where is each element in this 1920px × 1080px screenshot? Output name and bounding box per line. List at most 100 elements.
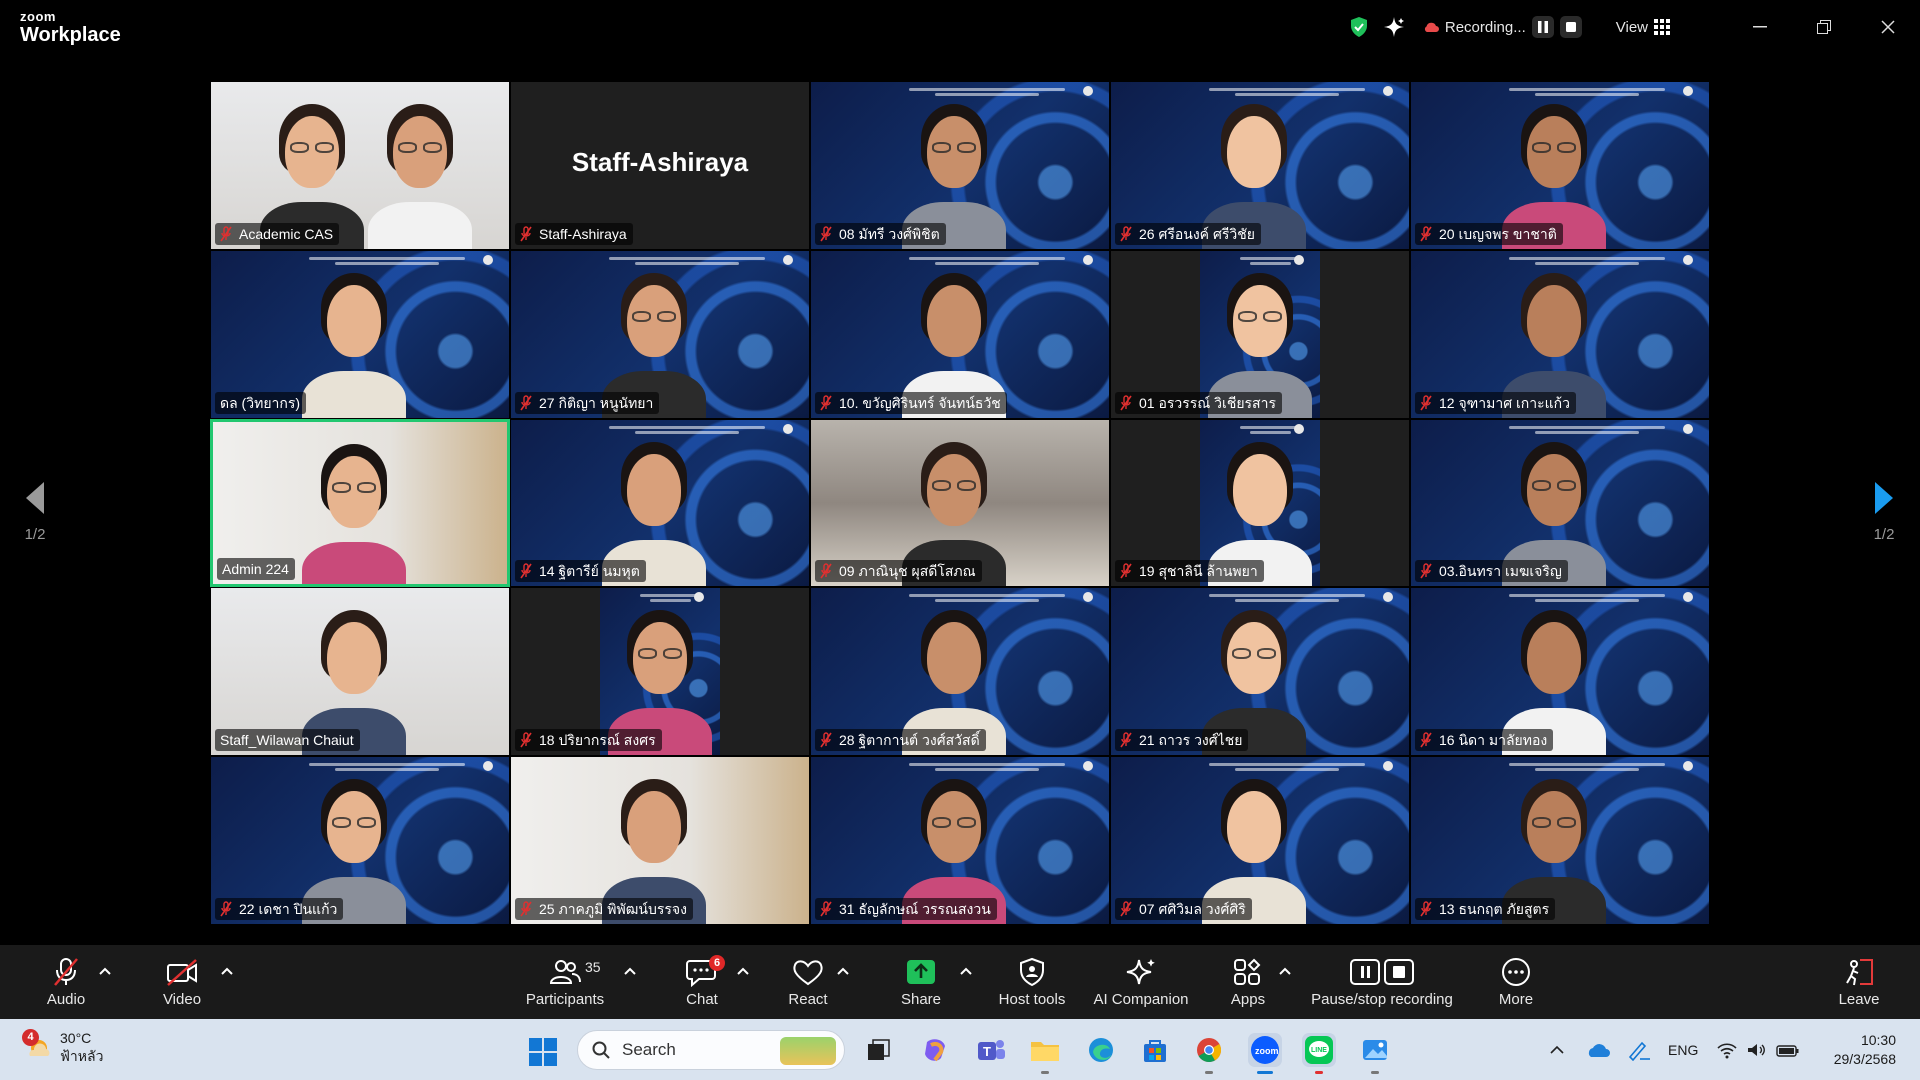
apps-options-caret-icon[interactable]: [1279, 967, 1291, 975]
more-button[interactable]: More: [1496, 945, 1536, 1019]
participant-tile[interactable]: 22 เดชา ปินแก้ว: [210, 756, 510, 925]
file-explorer-icon[interactable]: [1028, 1033, 1062, 1074]
ai-sparkle-icon[interactable]: [1383, 16, 1405, 38]
participant-tile[interactable]: 25 ภาคภูมิ พิพัฒน์บรรจง: [510, 756, 810, 925]
video-gallery: Academic CAS Staff-Ashiraya Staff-Ashiraya…: [210, 81, 1710, 925]
participant-tile[interactable]: 20 เบญจพร ขาชาติ: [1410, 81, 1710, 250]
previous-page-button[interactable]: 1/2: [15, 480, 55, 543]
battery-icon[interactable]: [1776, 1041, 1800, 1059]
participant-name: 20 เบญจพร ขาชาติ: [1439, 225, 1557, 242]
participant-name: 08 มัทรี วงศ์พิชิต: [839, 225, 940, 242]
edge-browser-icon[interactable]: [1084, 1033, 1118, 1067]
participant-tile[interactable]: 26 ศรีอนงค์ ศรีวิชัย: [1110, 81, 1410, 250]
participant-tile[interactable]: Staff_Wilawan Chaiut: [210, 587, 510, 757]
participant-tile[interactable]: Staff-Ashiraya Staff-Ashiraya: [510, 81, 810, 250]
teams-icon[interactable]: T: [974, 1033, 1008, 1067]
security-shield-icon[interactable]: [1349, 16, 1369, 38]
participant-tile[interactable]: 07 ศศิวิมล วงศ์ศิริ: [1110, 756, 1410, 925]
participant-name-label: Staff-Ashiraya: [515, 222, 633, 245]
participant-tile[interactable]: 01 อรวรรณ์ วิเชียรสาร: [1110, 249, 1410, 419]
participants-button[interactable]: Participants: [520, 945, 610, 1019]
participant-tile[interactable]: 31 ธัญลักษณ์ วรรณสงวน: [810, 756, 1110, 925]
restore-button[interactable]: [1792, 0, 1856, 54]
close-icon: [1881, 20, 1895, 34]
pause-recording-label: Pause/stop recording: [1311, 991, 1453, 1008]
host-tools-button[interactable]: Host tools: [996, 945, 1068, 1019]
view-button[interactable]: View: [1616, 19, 1648, 36]
participant-tile[interactable]: 19 สุชาลินี ล้านพยา: [1110, 418, 1410, 588]
ai-companion-button[interactable]: AI Companion: [1090, 945, 1192, 1019]
windows-start-icon[interactable]: [528, 1037, 558, 1067]
stop-recording-button[interactable]: [1559, 16, 1582, 38]
microsoft-store-icon[interactable]: [1138, 1033, 1172, 1067]
weather-description: ฟ้าหลัว: [60, 1048, 104, 1064]
banner-logo-icon: [1683, 254, 1693, 265]
react-options-caret-icon[interactable]: [837, 967, 849, 975]
system-clock[interactable]: 10:30 29/3/2568: [1834, 1031, 1896, 1069]
pause-stop-recording-button[interactable]: Pause/stop recording: [1306, 945, 1458, 1019]
pen-input-icon[interactable]: [1626, 1039, 1652, 1061]
chrome-icon[interactable]: [1192, 1033, 1226, 1074]
language-indicator[interactable]: ENG: [1668, 1042, 1698, 1058]
onedrive-icon[interactable]: [1586, 1042, 1610, 1058]
copilot-icon[interactable]: [918, 1033, 952, 1067]
participants-label: Participants: [525, 991, 605, 1008]
video-button[interactable]: Video: [158, 945, 206, 1019]
participant-tile[interactable]: 27 กิติญา หนูนัทยา: [510, 249, 810, 419]
audio-button[interactable]: Audio: [42, 945, 90, 1019]
participant-tile[interactable]: 21 ถาวร วงศ์ไชย: [1110, 587, 1410, 757]
muted-microphone-icon: [220, 901, 232, 917]
participant-tile[interactable]: 10. ขวัญศิรินทร์ จันทน์ธวัช: [810, 249, 1110, 419]
participant-tile[interactable]: 18 ปริยากรณ์ สงศร: [510, 587, 810, 757]
participant-tile[interactable]: 14 ฐิตารีย์ นมหุต: [510, 418, 810, 588]
zoom-app-icon[interactable]: zoom: [1248, 1033, 1282, 1074]
gallery-grid-icon[interactable]: [1654, 19, 1670, 35]
pause-recording-button[interactable]: [1531, 16, 1554, 38]
video-options-caret-icon[interactable]: [221, 967, 233, 975]
virtual-background-banner: [1500, 761, 1673, 777]
participant-tile[interactable]: Academic CAS: [210, 81, 510, 250]
participant-tile[interactable]: 28 ฐิตากานต์ วงศ์สวัสดิ์: [810, 587, 1110, 757]
participant-tile[interactable]: 03.อินทรา เมฆเจริญ: [1410, 418, 1710, 588]
share-options-caret-icon[interactable]: [960, 967, 972, 975]
video-label: Video: [162, 991, 202, 1008]
participant-tile[interactable]: 08 มัทรี วงศ์พิชิต: [810, 81, 1110, 250]
volume-icon[interactable]: [1746, 1041, 1768, 1059]
participant-tile[interactable]: 13 ธนกฤต ภัยสูตร: [1410, 756, 1710, 925]
participant-tile[interactable]: 09 ภาณินุช ผุสดีโสภณ: [810, 418, 1110, 588]
minimize-icon: [1753, 26, 1767, 28]
muted-microphone-icon: [1420, 901, 1432, 917]
minimize-button[interactable]: [1728, 0, 1792, 54]
banner-logo-icon: [1083, 254, 1093, 265]
leave-button[interactable]: Leave: [1838, 945, 1880, 1019]
share-button[interactable]: Share: [899, 945, 943, 1019]
taskbar-search-box[interactable]: Search: [577, 1030, 845, 1070]
muted-microphone-icon: [1120, 732, 1132, 748]
banner-logo-icon: [1293, 423, 1304, 434]
audio-options-caret-icon[interactable]: [99, 967, 111, 975]
line-app-icon[interactable]: LINE: [1302, 1033, 1336, 1074]
ai-companion-label: AI Companion: [1093, 991, 1189, 1008]
participant-tile[interactable]: ดล (วิทยากร): [210, 249, 510, 419]
participant-name-label: Staff_Wilawan Chaiut: [215, 729, 360, 752]
participant-tile[interactable]: Admin 224: [210, 418, 510, 588]
wifi-icon[interactable]: [1716, 1041, 1738, 1059]
react-button[interactable]: React: [788, 945, 828, 1019]
chat-options-caret-icon[interactable]: [737, 967, 749, 975]
participant-name-label: 09 ภาณินุช ผุสดีโสภณ: [815, 560, 982, 583]
task-view-icon[interactable]: [862, 1033, 896, 1067]
photos-app-icon[interactable]: [1358, 1033, 1392, 1074]
next-page-button[interactable]: 1/2: [1864, 480, 1904, 543]
show-hidden-icons-chevron-icon[interactable]: [1550, 1045, 1564, 1055]
muted-microphone-icon: [520, 226, 532, 242]
participant-name-label: 08 มัทรี วงศ์พิชิต: [815, 222, 946, 245]
participant-tile[interactable]: 12 จุฑามาศ เกาะแก้ว: [1410, 249, 1710, 419]
participant-name: 16 นิดา มาลัยทอง: [1439, 732, 1548, 749]
apps-button[interactable]: Apps: [1228, 945, 1268, 1019]
participant-tile[interactable]: 16 นิดา มาลัยทอง: [1410, 587, 1710, 757]
weather-widget[interactable]: 4 30°C ฟ้าหลัว: [22, 1029, 104, 1065]
participant-name-label: 25 ภาคภูมิ พิพัฒน์บรรจง: [515, 897, 693, 920]
participants-options-caret-icon[interactable]: [624, 967, 636, 975]
apps-label: Apps: [1230, 991, 1266, 1008]
close-window-button[interactable]: [1856, 0, 1920, 54]
